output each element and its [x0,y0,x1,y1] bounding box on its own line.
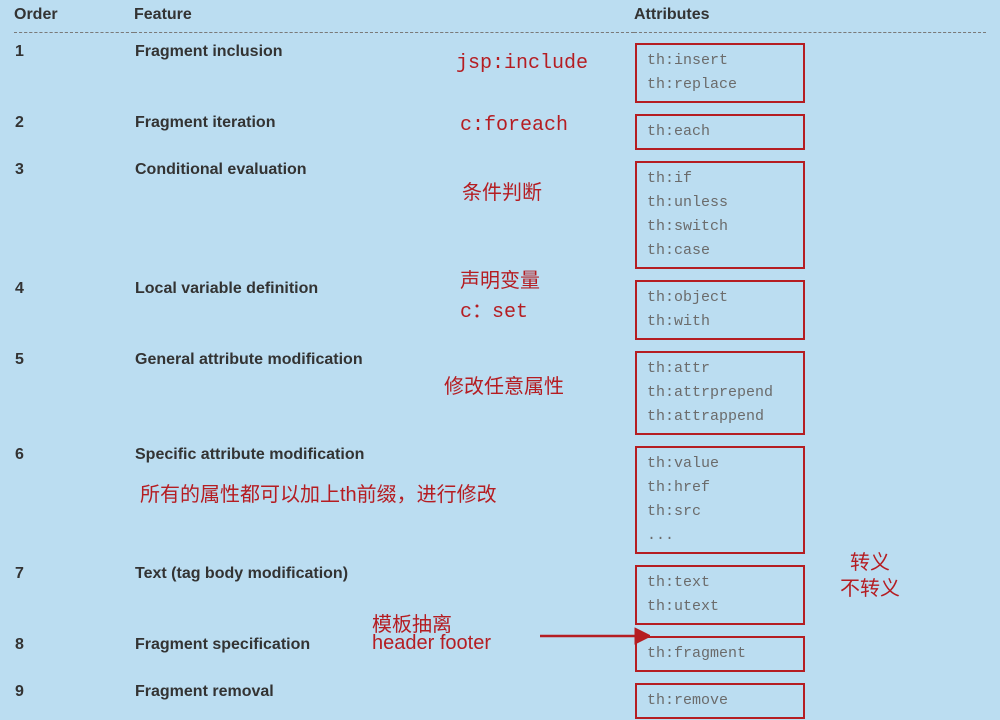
table-row: 4Local variable definitionth:objectth:wi… [14,270,986,341]
order-cell: 7 [14,555,134,626]
attr-item: th:fragment [647,642,793,666]
feature-cell: Text (tag body modification) [134,555,634,626]
precedence-table: Order Feature Attributes 1Fragment inclu… [14,0,986,720]
attr-item: th:attrprepend [647,381,793,405]
feature-cell: General attribute modification [134,341,634,436]
table-row: 5General attribute modificationth:attrth… [14,341,986,436]
table-row: 2Fragment iteration th:each [14,104,986,151]
attrs-cell: th:valueth:hrefth:src... [634,436,986,555]
order-cell: 5 [14,341,134,436]
attr-box: th:fragment [635,636,805,672]
attrs-cell: th:textth:utext [634,555,986,626]
attrs-cell: th:attrth:attrprependth:attrappend [634,341,986,436]
attr-item: th:href [647,476,793,500]
attr-item: th:with [647,310,793,334]
attr-item: th:replace [647,73,793,97]
col-attrs-header: Attributes [634,0,986,33]
attrs-cell: th:fragment [634,626,986,673]
attr-box: th:insertth:replace [635,43,805,103]
order-cell: 3 [14,151,134,270]
attr-item: th:if [647,167,793,191]
attrs-cell: th:each [634,104,986,151]
attr-item: th:src [647,500,793,524]
order-cell: 2 [14,104,134,151]
attr-item: th:attrappend [647,405,793,429]
attr-item: ... [647,524,793,548]
attr-box: th:objectth:with [635,280,805,340]
attr-item: th:each [647,120,793,144]
attrs-cell: th:ifth:unlessth:switchth:case [634,151,986,270]
feature-cell: Fragment removal [134,673,634,720]
attr-item: th:switch [647,215,793,239]
attr-box: th:ifth:unlessth:switchth:case [635,161,805,269]
table-row: 7Text (tag body modification)th:textth:u… [14,555,986,626]
table-row: 1Fragment inclusionth:insertth:replace [14,33,986,105]
attr-item: th:object [647,286,793,310]
attr-item: th:remove [647,689,793,713]
attr-box: th:attrth:attrprependth:attrappend [635,351,805,435]
feature-cell: Conditional evaluation [134,151,634,270]
attr-box: th:valueth:hrefth:src... [635,446,805,554]
feature-cell: Fragment inclusion [134,33,634,105]
feature-cell: Fragment iteration [134,104,634,151]
order-cell: 1 [14,33,134,105]
attr-box: th:remove [635,683,805,719]
order-cell: 8 [14,626,134,673]
table-row: 3Conditional evaluationth:ifth:unlessth:… [14,151,986,270]
col-order-header: Order [14,0,134,33]
feature-cell: Fragment specification [134,626,634,673]
table-row: 9Fragment removal th:remove [14,673,986,720]
order-cell: 9 [14,673,134,720]
order-cell: 6 [14,436,134,555]
col-feature-header: Feature [134,0,634,33]
table-row: 8Fragment specification th:fragment [14,626,986,673]
feature-cell: Specific attribute modification [134,436,634,555]
attr-item: th:utext [647,595,793,619]
attr-box: th:each [635,114,805,150]
attr-item: th:value [647,452,793,476]
attr-item: th:text [647,571,793,595]
attrs-cell: th:insertth:replace [634,33,986,105]
attrs-cell: th:objectth:with [634,270,986,341]
attr-item: th:insert [647,49,793,73]
table-row: 6Specific attribute modificationth:value… [14,436,986,555]
feature-cell: Local variable definition [134,270,634,341]
attr-item: th:attr [647,357,793,381]
attr-item: th:case [647,239,793,263]
attr-box: th:textth:utext [635,565,805,625]
attr-item: th:unless [647,191,793,215]
order-cell: 4 [14,270,134,341]
attrs-cell: th:remove [634,673,986,720]
